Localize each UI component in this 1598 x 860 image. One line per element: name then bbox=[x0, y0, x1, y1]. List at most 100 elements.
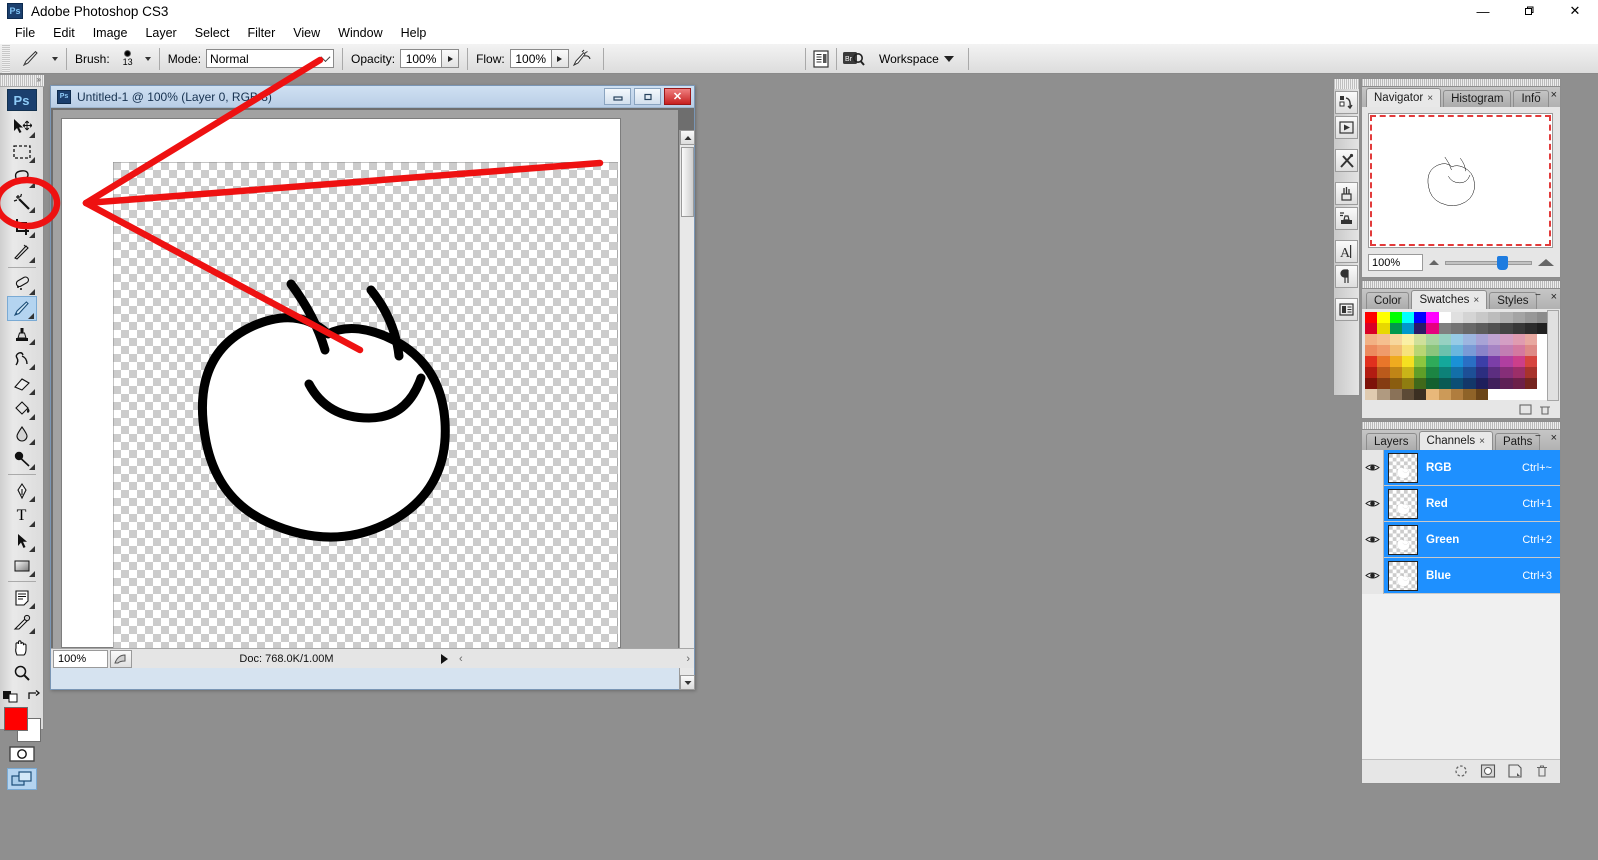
scroll-up-button[interactable] bbox=[680, 130, 695, 145]
scrollbar-thumb[interactable] bbox=[681, 147, 694, 217]
channel-visibility-toggle[interactable] bbox=[1362, 485, 1384, 522]
new-swatch-icon[interactable] bbox=[1519, 404, 1533, 416]
workspace-button[interactable]: Workspace bbox=[871, 52, 962, 66]
zoom-in-large-icon[interactable] bbox=[1538, 259, 1554, 266]
channel-row[interactable]: RGB Ctrl+~ bbox=[1362, 449, 1560, 486]
color-swatch[interactable] bbox=[1414, 334, 1427, 345]
opacity-slider-button[interactable] bbox=[442, 49, 460, 68]
status-hscroll-end[interactable]: › bbox=[654, 653, 694, 665]
status-menu-triangle-icon[interactable] bbox=[441, 653, 448, 664]
clone-source-panel-button[interactable] bbox=[1335, 207, 1358, 230]
color-swatch[interactable] bbox=[1377, 367, 1390, 378]
color-swatch[interactable] bbox=[1365, 378, 1378, 389]
panel-minimize-button[interactable]: − bbox=[1535, 89, 1544, 99]
color-swatch[interactable] bbox=[1426, 367, 1439, 378]
color-swatch[interactable] bbox=[1500, 334, 1513, 345]
color-swatch[interactable] bbox=[1438, 345, 1452, 356]
color-swatch[interactable] bbox=[1500, 323, 1513, 334]
tool-crop[interactable] bbox=[7, 214, 37, 239]
tool-healing-brush[interactable] bbox=[7, 271, 37, 296]
tool-lasso[interactable] bbox=[7, 164, 37, 189]
navigator-view-box[interactable] bbox=[1370, 115, 1551, 246]
panel-minimize-button[interactable]: − bbox=[1535, 291, 1544, 301]
color-swatch[interactable] bbox=[1475, 323, 1488, 334]
color-swatch[interactable] bbox=[1426, 345, 1439, 356]
color-swatch[interactable] bbox=[1389, 367, 1402, 378]
channel-visibility-toggle[interactable] bbox=[1362, 521, 1384, 558]
window-close-button[interactable]: ✕ bbox=[1552, 0, 1598, 22]
color-swatch[interactable] bbox=[1389, 312, 1402, 323]
zoom-level-input[interactable]: 100% bbox=[53, 649, 108, 668]
panel-close-button[interactable]: × bbox=[1551, 432, 1557, 444]
color-swatch[interactable] bbox=[1475, 312, 1488, 323]
color-swatch[interactable] bbox=[1451, 378, 1464, 389]
menu-layer[interactable]: Layer bbox=[136, 24, 185, 42]
flow-slider-button[interactable] bbox=[551, 49, 569, 68]
color-swatch[interactable] bbox=[1401, 389, 1415, 400]
color-swatch[interactable] bbox=[1365, 312, 1378, 323]
color-swatch[interactable] bbox=[1426, 356, 1439, 367]
document-restore-button[interactable] bbox=[634, 88, 661, 105]
color-swatch[interactable] bbox=[1524, 334, 1538, 345]
load-channel-as-selection-icon[interactable] bbox=[1453, 764, 1469, 778]
color-swatch[interactable] bbox=[1401, 312, 1415, 323]
color-swatch[interactable] bbox=[1451, 334, 1464, 345]
tool-paint-bucket[interactable] bbox=[7, 396, 37, 421]
options-bar-grip[interactable] bbox=[2, 44, 10, 73]
close-icon[interactable]: × bbox=[1427, 93, 1433, 104]
color-swatch[interactable] bbox=[1414, 367, 1427, 378]
color-swatch[interactable] bbox=[1389, 345, 1402, 356]
color-swatch[interactable] bbox=[1475, 389, 1488, 400]
tool-shape[interactable] bbox=[7, 553, 37, 578]
channel-visibility-toggle[interactable] bbox=[1362, 557, 1384, 594]
slider-thumb[interactable] bbox=[1497, 255, 1508, 270]
navigator-zoom-slider[interactable] bbox=[1445, 255, 1532, 270]
color-swatch[interactable] bbox=[1389, 356, 1402, 367]
color-swatch[interactable] bbox=[1512, 345, 1525, 356]
palette-well-button[interactable] bbox=[806, 50, 836, 68]
color-swatch[interactable] bbox=[1414, 345, 1427, 356]
color-swatch[interactable] bbox=[1365, 334, 1378, 345]
menu-help[interactable]: Help bbox=[392, 24, 436, 42]
menu-edit[interactable]: Edit bbox=[44, 24, 84, 42]
color-swatch[interactable] bbox=[1500, 312, 1513, 323]
menu-file[interactable]: File bbox=[6, 24, 44, 42]
tool-presets-panel-button[interactable] bbox=[1335, 149, 1358, 172]
menu-filter[interactable]: Filter bbox=[238, 24, 284, 42]
transparent-canvas-artwork[interactable] bbox=[113, 162, 618, 655]
brush-preset-thumbnail[interactable]: 13 bbox=[115, 44, 141, 74]
tool-path-selection[interactable] bbox=[7, 528, 37, 553]
actions-panel-button[interactable] bbox=[1335, 116, 1358, 139]
color-swatch[interactable] bbox=[1438, 312, 1452, 323]
tool-preset-picker-arrow-icon[interactable] bbox=[52, 56, 58, 61]
color-swatch[interactable] bbox=[1414, 389, 1427, 400]
document-title-bar[interactable]: Ps Untitled-1 @ 100% (Layer 0, RGB/8) ✕ bbox=[51, 86, 694, 108]
color-swatch[interactable] bbox=[1463, 389, 1476, 400]
canvas-viewport[interactable] bbox=[53, 110, 678, 655]
toolbox-grip[interactable]: » bbox=[0, 75, 44, 87]
status-hscroll-area[interactable]: ‹ bbox=[454, 650, 654, 668]
color-swatch[interactable] bbox=[1487, 312, 1501, 323]
foreground-color-swatch[interactable] bbox=[3, 707, 28, 731]
tool-type[interactable]: T bbox=[7, 503, 37, 528]
tool-dodge[interactable] bbox=[7, 446, 37, 471]
color-swatch[interactable] bbox=[1438, 389, 1452, 400]
color-swatch[interactable] bbox=[1463, 334, 1476, 345]
channel-visibility-toggle[interactable] bbox=[1362, 449, 1384, 486]
tab-histogram[interactable]: Histogram bbox=[1443, 90, 1512, 107]
color-swatch[interactable] bbox=[1487, 367, 1501, 378]
tool-hand[interactable] bbox=[7, 635, 37, 660]
tab-color[interactable]: Color bbox=[1366, 292, 1410, 309]
panel-minimize-button[interactable]: − bbox=[1535, 432, 1544, 442]
zoom-out-small-icon[interactable] bbox=[1429, 260, 1439, 265]
menu-view[interactable]: View bbox=[284, 24, 329, 42]
swatches-panel-grip[interactable] bbox=[1361, 280, 1561, 288]
color-swatch[interactable] bbox=[1377, 312, 1390, 323]
default-colors-icon[interactable] bbox=[2, 689, 19, 703]
close-icon[interactable]: × bbox=[1479, 436, 1485, 447]
color-swatch[interactable] bbox=[1377, 323, 1390, 334]
color-swatch[interactable] bbox=[1487, 389, 1501, 400]
color-swatch[interactable] bbox=[1451, 389, 1464, 400]
color-swatch[interactable] bbox=[1451, 323, 1464, 334]
scroll-down-button[interactable] bbox=[680, 675, 695, 690]
